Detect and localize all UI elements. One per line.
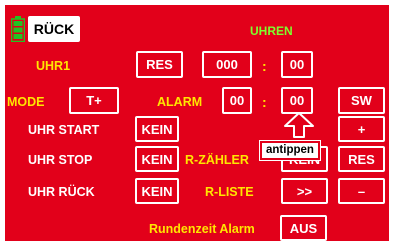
r-zaehler-label: R-ZÄHLER (185, 153, 249, 167)
alarm-time-separator: : (262, 94, 267, 110)
timer-screen: RÜCK UHREN UHR1 RES 000 : 00 MODE T+ ALA… (5, 5, 389, 241)
uhr1-label: UHR1 (36, 59, 71, 73)
r-liste-open-button[interactable]: >> (281, 178, 328, 204)
uhr-start-label: UHR START (28, 123, 100, 137)
alarm-label: ALARM (157, 95, 203, 109)
uhr1-reset-button[interactable]: RES (136, 51, 183, 78)
uhr1-seconds-field[interactable]: 00 (281, 51, 313, 78)
mode-button[interactable]: T+ (69, 87, 119, 114)
alarm-seconds-field[interactable]: 00 (281, 87, 313, 114)
tap-hint-label: antippen (260, 141, 320, 160)
switch-assign-button[interactable]: SW (338, 87, 385, 114)
uhr-start-switch-button[interactable]: KEIN (135, 116, 179, 142)
back-button[interactable]: RÜCK (28, 16, 80, 42)
uhr-rueck-switch-button[interactable]: KEIN (135, 178, 179, 204)
uhr1-time-separator: : (262, 58, 267, 74)
mode-label: MODE (7, 95, 45, 109)
r-liste-label: R-LISTE (205, 185, 254, 199)
uhr-stop-switch-button[interactable]: KEIN (135, 146, 179, 172)
rundenzeit-alarm-label: Rundenzeit Alarm (149, 222, 255, 236)
reset-button[interactable]: RES (338, 146, 385, 172)
arrow-up-icon (283, 112, 315, 138)
uhr-stop-label: UHR STOP (28, 153, 93, 167)
increment-button[interactable]: + (338, 116, 385, 142)
uhr-rueck-label: UHR RÜCK (28, 185, 95, 199)
battery-icon (10, 16, 26, 43)
uhr1-minutes-field[interactable]: 000 (202, 51, 252, 78)
rundenzeit-alarm-button[interactable]: AUS (280, 215, 327, 241)
page-title: UHREN (250, 24, 293, 38)
decrement-button[interactable]: – (338, 178, 385, 204)
alarm-minutes-field[interactable]: 00 (222, 87, 252, 114)
